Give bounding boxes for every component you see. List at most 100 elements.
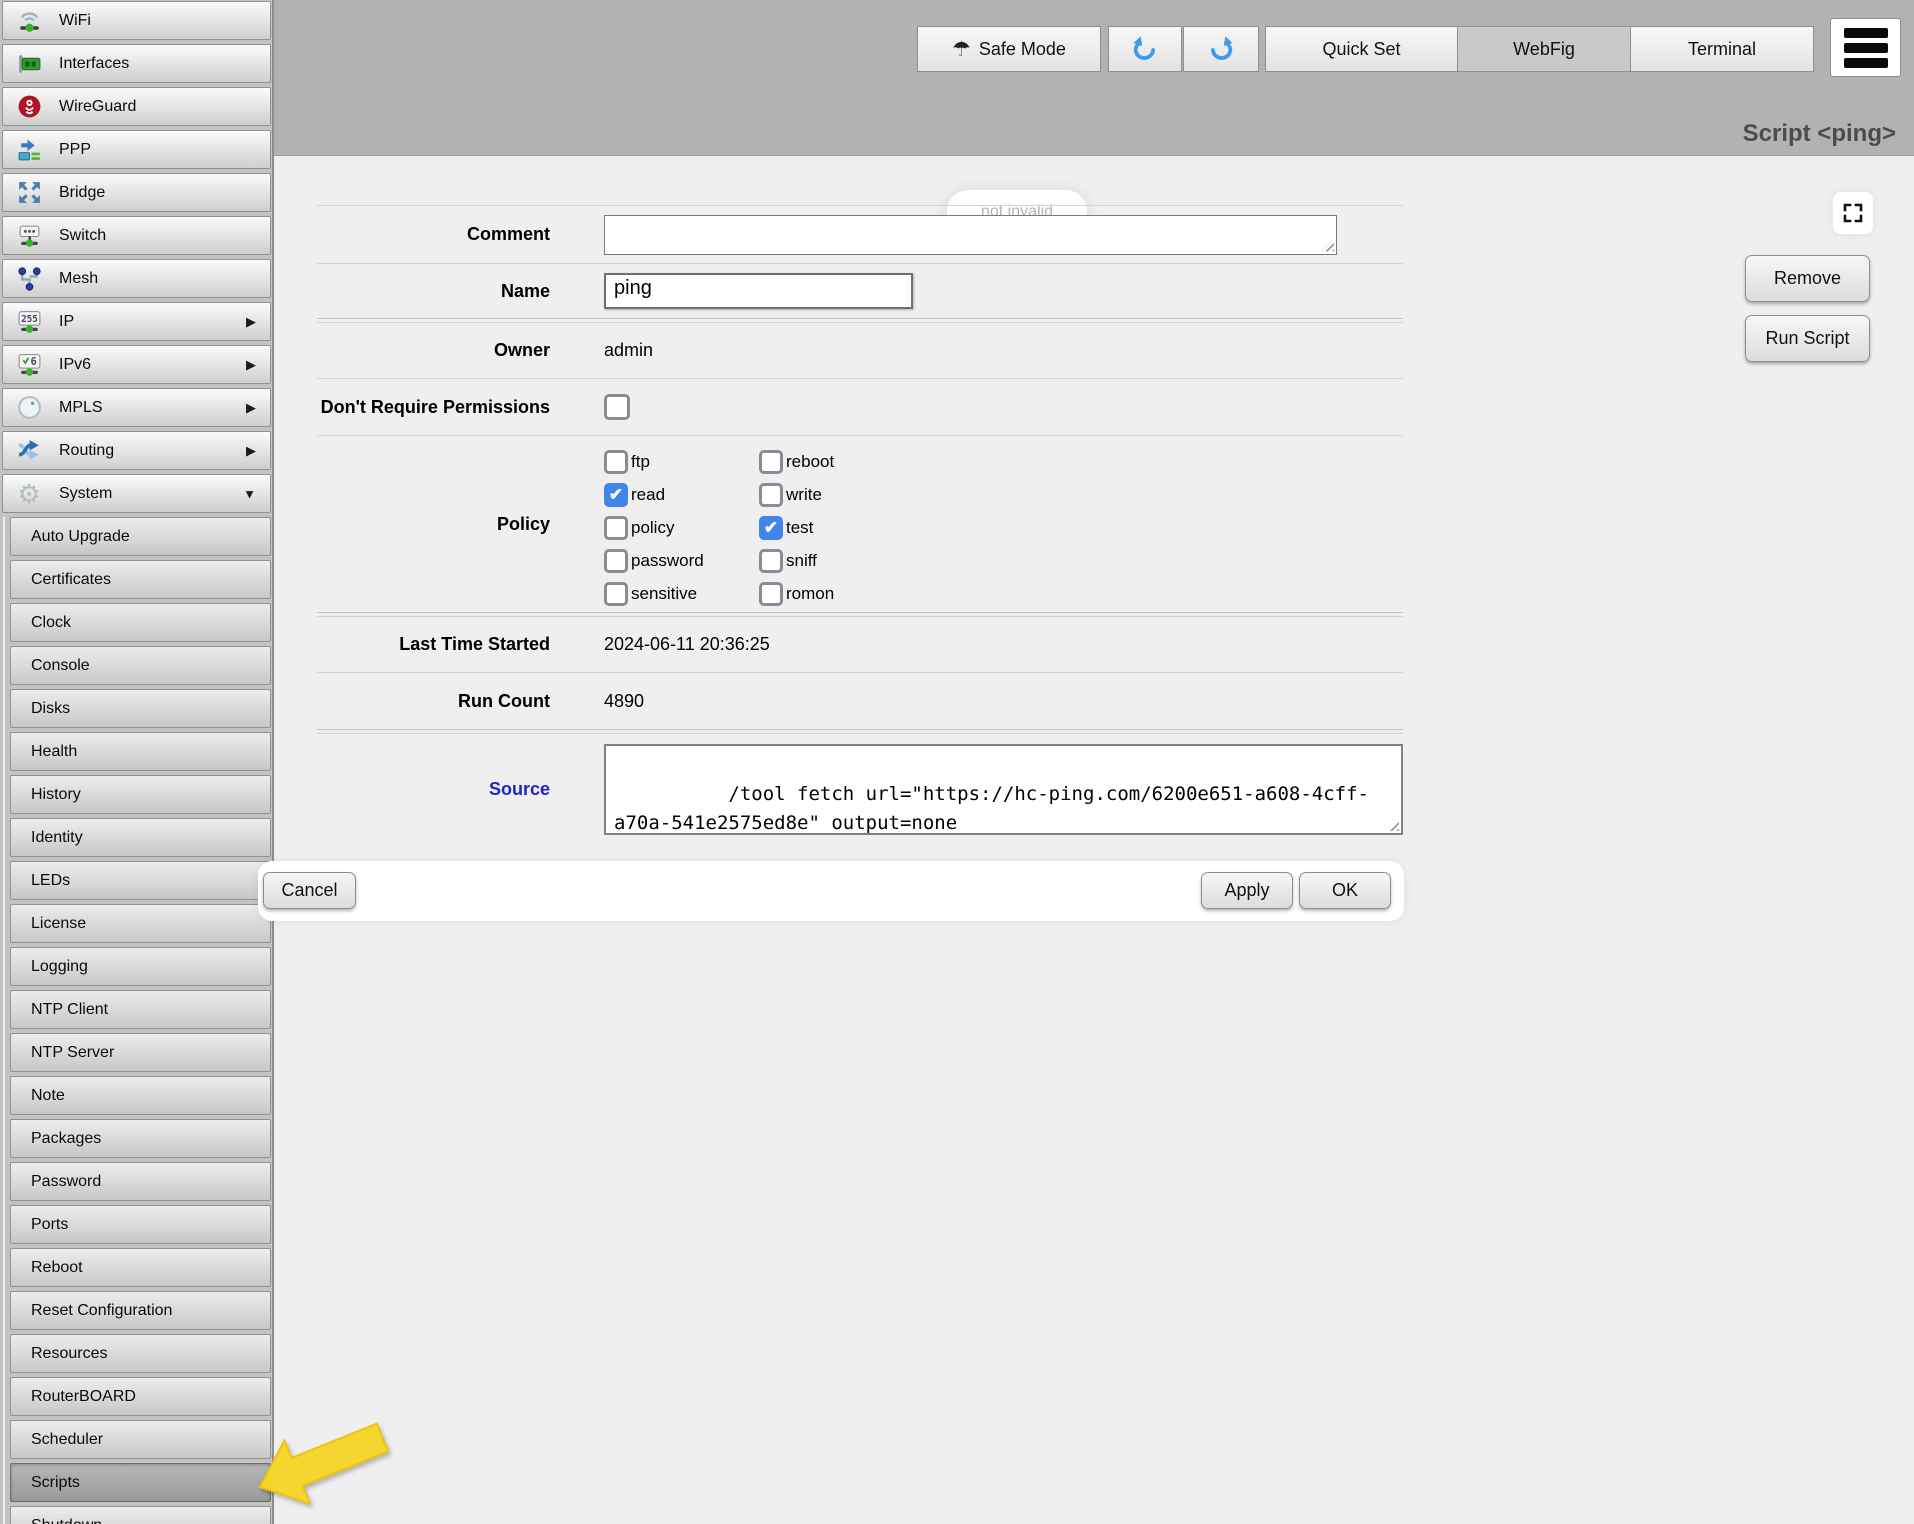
policy-checkbox-policy[interactable] [604, 516, 628, 540]
sidebar-item-identity[interactable]: Identity [10, 818, 271, 857]
owner-row: Owner admin [317, 322, 1403, 378]
sidebar-item-logging[interactable]: Logging [10, 947, 271, 986]
sidebar-item-shutdown[interactable]: Shutdown [10, 1506, 271, 1524]
policy-option-read: ✔read [604, 483, 759, 507]
safe-mode-label: Safe Mode [979, 39, 1066, 60]
sidebar-item-ip[interactable]: 255IP▶ [2, 302, 271, 341]
sidebar-item-reboot[interactable]: Reboot [10, 1248, 271, 1287]
sidebar-item-ipv6[interactable]: 6IPv6▶ [2, 345, 271, 384]
sidebar-item-packages[interactable]: Packages [10, 1119, 271, 1158]
sidebar-item-routerboard[interactable]: RouterBOARD [10, 1377, 271, 1416]
redo-button[interactable] [1183, 26, 1259, 72]
resize-grip-icon[interactable] [1386, 818, 1399, 831]
policy-checkbox-password[interactable] [604, 549, 628, 573]
fullscreen-button[interactable] [1833, 192, 1873, 234]
sidebar-item-auto-upgrade[interactable]: Auto Upgrade [10, 517, 271, 556]
policy-checkbox-romon[interactable] [759, 582, 783, 606]
policy-option-sniff: sniff [759, 549, 929, 573]
sidebar-item-certificates[interactable]: Certificates [10, 560, 271, 599]
sidebar-item-note[interactable]: Note [10, 1076, 271, 1115]
sidebar-item-bridge[interactable]: Bridge [2, 173, 271, 212]
name-row: Name ping [317, 263, 1403, 318]
sidebar-item-system[interactable]: ⚙System▼ [2, 474, 271, 513]
header-band: Script <ping> [274, 0, 1914, 156]
policy-checkbox-grid: ftpreboot✔readwritepolicy✔testpasswordsn… [604, 445, 929, 610]
policy-checkbox-ftp[interactable] [604, 450, 628, 474]
quick-set-tab[interactable]: Quick Set [1265, 26, 1458, 72]
sidebar-item-mpls[interactable]: MPLS▶ [2, 388, 271, 427]
source-row: Source /tool fetch url="https://hc-ping.… [317, 733, 1403, 845]
sidebar-item-password[interactable]: Password [10, 1162, 271, 1201]
policy-option-ftp: ftp [604, 450, 759, 474]
sidebar-item-health[interactable]: Health [10, 732, 271, 771]
policy-checkbox-label: password [631, 551, 704, 571]
sidebar-item-label: IP [59, 313, 74, 331]
sidebar-item-console[interactable]: Console [10, 646, 271, 685]
policy-checkbox-test[interactable]: ✔ [759, 516, 783, 540]
sidebar-item-label: Auto Upgrade [31, 528, 130, 546]
terminal-tab[interactable]: Terminal [1630, 26, 1814, 72]
policy-checkbox-sensitive[interactable] [604, 582, 628, 606]
undo-button[interactable] [1108, 26, 1182, 72]
sidebar-item-ppp[interactable]: PPP [2, 130, 271, 169]
sidebar-item-ports[interactable]: Ports [10, 1205, 271, 1244]
sidebar-item-wireguard[interactable]: WireGuard [2, 87, 271, 126]
wireguard-icon [15, 93, 43, 121]
switch-icon [15, 222, 43, 250]
safe-mode-button[interactable]: ☂ Safe Mode [917, 26, 1101, 72]
sidebar-item-scripts[interactable]: Scripts [10, 1463, 271, 1502]
sidebar-item-label: Interfaces [59, 55, 129, 73]
policy-checkbox-reboot[interactable] [759, 450, 783, 474]
sidebar-item-switch[interactable]: Switch [2, 216, 271, 255]
sidebar-item-scheduler[interactable]: Scheduler [10, 1420, 271, 1459]
sidebar-item-ntp-client[interactable]: NTP Client [10, 990, 271, 1029]
policy-option-reboot: reboot [759, 450, 929, 474]
sidebar-item-license[interactable]: License [10, 904, 271, 943]
sidebar-item-label: WiFi [59, 12, 91, 30]
sidebar-item-label: Password [31, 1173, 101, 1191]
sidebar-item-resources[interactable]: Resources [10, 1334, 271, 1373]
sidebar-item-ntp-server[interactable]: NTP Server [10, 1033, 271, 1072]
remove-button[interactable]: Remove [1745, 255, 1870, 302]
sidebar-item-label: History [31, 786, 81, 804]
sidebar-item-leds[interactable]: LEDs [10, 861, 271, 900]
comment-input[interactable] [604, 215, 1337, 255]
sidebar-item-mesh[interactable]: Mesh [2, 259, 271, 298]
apply-button[interactable]: Apply [1201, 872, 1293, 909]
resize-grip-icon[interactable] [1321, 239, 1334, 252]
policy-checkbox-label: read [631, 485, 665, 505]
dont-require-permissions-checkbox[interactable] [604, 394, 630, 420]
owner-value: admin [604, 340, 653, 361]
sidebar-item-label: NTP Server [31, 1044, 114, 1062]
sidebar-item-label: Reboot [31, 1259, 83, 1277]
run-count-value: 4890 [604, 691, 644, 712]
run-count-label: Run Count [317, 691, 550, 712]
sidebar-item-routing[interactable]: Routing▶ [2, 431, 271, 470]
system-icon: ⚙ [15, 480, 43, 508]
policy-checkbox-label: policy [631, 518, 674, 538]
policy-row: Policy ftpreboot✔readwritepolicy✔testpas… [317, 435, 1403, 612]
action-bar: Cancel Apply OK [258, 861, 1404, 921]
last-time-started-value: 2024-06-11 20:36:25 [604, 634, 770, 655]
sidebar-item-label: WireGuard [59, 98, 136, 116]
webfig-label: WebFig [1513, 39, 1575, 60]
source-textarea[interactable]: /tool fetch url="https://hc-ping.com/620… [604, 744, 1403, 835]
policy-checkbox-write[interactable] [759, 483, 783, 507]
sidebar-item-reset-configuration[interactable]: Reset Configuration [10, 1291, 271, 1330]
sidebar-item-disks[interactable]: Disks [10, 689, 271, 728]
policy-checkbox-sniff[interactable] [759, 549, 783, 573]
chevron-right-icon: ▶ [246, 400, 256, 416]
sidebar-item-interfaces[interactable]: Interfaces [2, 44, 271, 83]
webfig-tab[interactable]: WebFig [1457, 26, 1631, 72]
policy-checkbox-read[interactable]: ✔ [604, 483, 628, 507]
sidebar-item-wifi[interactable]: WiFi [2, 1, 271, 40]
sidebar-item-history[interactable]: History [10, 775, 271, 814]
last-time-started-label: Last Time Started [317, 634, 550, 655]
name-input[interactable]: ping [604, 273, 913, 309]
cancel-button[interactable]: Cancel [263, 872, 356, 909]
ok-button[interactable]: OK [1299, 872, 1391, 909]
sidebar-item-clock[interactable]: Clock [10, 603, 271, 642]
menu-button[interactable] [1830, 18, 1901, 77]
run-script-button[interactable]: Run Script [1745, 315, 1870, 362]
policy-option-write: write [759, 483, 929, 507]
